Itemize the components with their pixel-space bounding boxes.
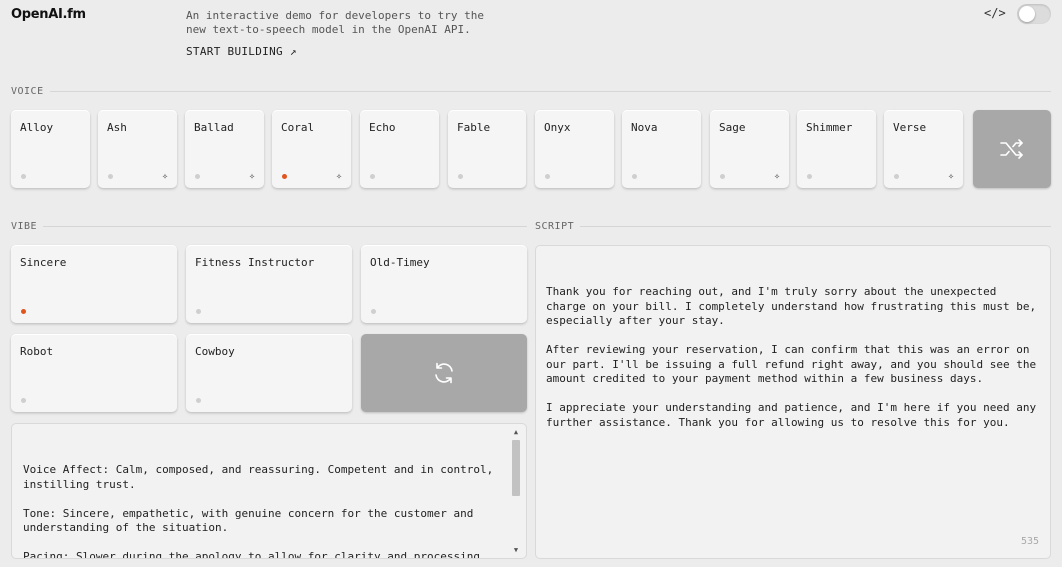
theme-toggle[interactable] <box>1017 4 1051 24</box>
indicator-dot <box>545 174 550 179</box>
voice-option-label: Alloy <box>20 121 54 134</box>
character-count: 535 <box>1020 535 1039 547</box>
voice-option-coral[interactable]: Coral ✧ <box>272 110 351 188</box>
voice-option-fable[interactable]: Fable <box>448 110 526 188</box>
voice-option-echo[interactable]: Echo <box>360 110 439 188</box>
scroll-down-arrow-icon[interactable]: ▼ <box>510 546 522 554</box>
indicator-dot <box>108 174 113 179</box>
voice-option-label: Echo <box>369 121 396 134</box>
sparkle-icon: ✧ <box>947 171 954 182</box>
vibe-option-label: Old-Timey <box>370 256 430 269</box>
indicator-dot <box>894 174 899 179</box>
vibe-option-label: Robot <box>20 345 54 358</box>
voice-option-label: Shimmer <box>806 121 853 134</box>
indicator-dot <box>21 174 26 179</box>
shuffle-voice-button[interactable] <box>973 110 1051 188</box>
indicator-dot <box>195 174 200 179</box>
voice-label-text: VOICE <box>11 86 44 97</box>
indicator-dot <box>196 398 201 403</box>
voice-option-label: Sage <box>719 121 746 134</box>
indicator-dot <box>807 174 812 179</box>
shuffle-icon <box>1000 139 1023 159</box>
app-logo[interactable]: OpenAI.fm <box>11 7 86 22</box>
sparkle-icon: ✧ <box>161 171 168 182</box>
vibe-option-cowboy[interactable]: Cowboy <box>186 334 352 412</box>
vibe-option-label: Fitness Instructor <box>195 256 315 269</box>
vibe-instructions-textarea[interactable]: Voice Affect: Calm, composed, and reassu… <box>11 423 527 559</box>
indicator-dot <box>720 174 725 179</box>
script-textarea[interactable]: Thank you for reaching out, and I'm trul… <box>535 245 1051 559</box>
script-section-label: SCRIPT <box>535 221 1051 232</box>
sparkle-icon: ✧ <box>773 171 780 182</box>
indicator-dot <box>21 398 26 403</box>
vibe-option-sincere[interactable]: Sincere <box>11 245 177 323</box>
divider <box>580 226 1051 227</box>
voice-option-sage[interactable]: Sage ✧ <box>710 110 789 188</box>
voice-option-alloy[interactable]: Alloy <box>11 110 90 188</box>
vibe-option-robot[interactable]: Robot <box>11 334 177 412</box>
voice-option-label: Ballad <box>194 121 234 134</box>
voice-option-verse[interactable]: Verse ✧ <box>884 110 963 188</box>
vibe-label-text: VIBE <box>11 221 38 232</box>
selected-indicator-dot <box>282 174 287 179</box>
indicator-dot <box>458 174 463 179</box>
vibe-option-label: Cowboy <box>195 345 235 358</box>
vibe-section-label: VIBE <box>11 221 527 232</box>
voice-option-label: Onyx <box>544 121 571 134</box>
indicator-dot <box>196 309 201 314</box>
refresh-vibe-button[interactable] <box>361 334 527 412</box>
indicator-dot <box>632 174 637 179</box>
voice-option-onyx[interactable]: Onyx <box>535 110 614 188</box>
toggle-knob <box>1019 6 1035 22</box>
indicator-dot <box>371 309 376 314</box>
voice-option-ash[interactable]: Ash ✧ <box>98 110 177 188</box>
indicator-dot <box>370 174 375 179</box>
sparkle-icon: ✧ <box>335 171 342 182</box>
script-text: Thank you for reaching out, and I'm trul… <box>546 285 1037 429</box>
tagline: An interactive demo for developers to tr… <box>186 9 485 36</box>
divider <box>43 226 527 227</box>
voice-option-label: Verse <box>893 121 927 134</box>
scrollbar-thumb[interactable] <box>512 440 520 496</box>
voice-option-nova[interactable]: Nova <box>622 110 701 188</box>
vibe-option-fitness-instructor[interactable]: Fitness Instructor <box>186 245 352 323</box>
voice-option-shimmer[interactable]: Shimmer <box>797 110 876 188</box>
start-building-link[interactable]: START BUILDING ↗ <box>186 45 297 58</box>
sparkle-icon: ✧ <box>248 171 255 182</box>
voice-option-label: Fable <box>457 121 491 134</box>
voice-option-label: Nova <box>631 121 658 134</box>
divider <box>49 91 1051 92</box>
instructions-text: Voice Affect: Calm, composed, and reassu… <box>23 463 494 559</box>
selected-indicator-dot <box>21 309 26 314</box>
refresh-icon <box>435 362 453 384</box>
script-label-text: SCRIPT <box>535 221 575 232</box>
vibe-option-label: Sincere <box>20 256 67 269</box>
voice-section-label: VOICE <box>11 86 1051 97</box>
code-icon[interactable]: </> <box>984 6 1006 20</box>
vibe-option-old-timey[interactable]: Old-Timey <box>361 245 527 323</box>
voice-option-ballad[interactable]: Ballad ✧ <box>185 110 264 188</box>
voice-option-label: Coral <box>281 121 315 134</box>
voice-option-label: Ash <box>107 121 127 134</box>
instructions-scrollbar[interactable]: ▲ ▼ <box>510 428 522 554</box>
scroll-up-arrow-icon[interactable]: ▲ <box>510 428 522 436</box>
